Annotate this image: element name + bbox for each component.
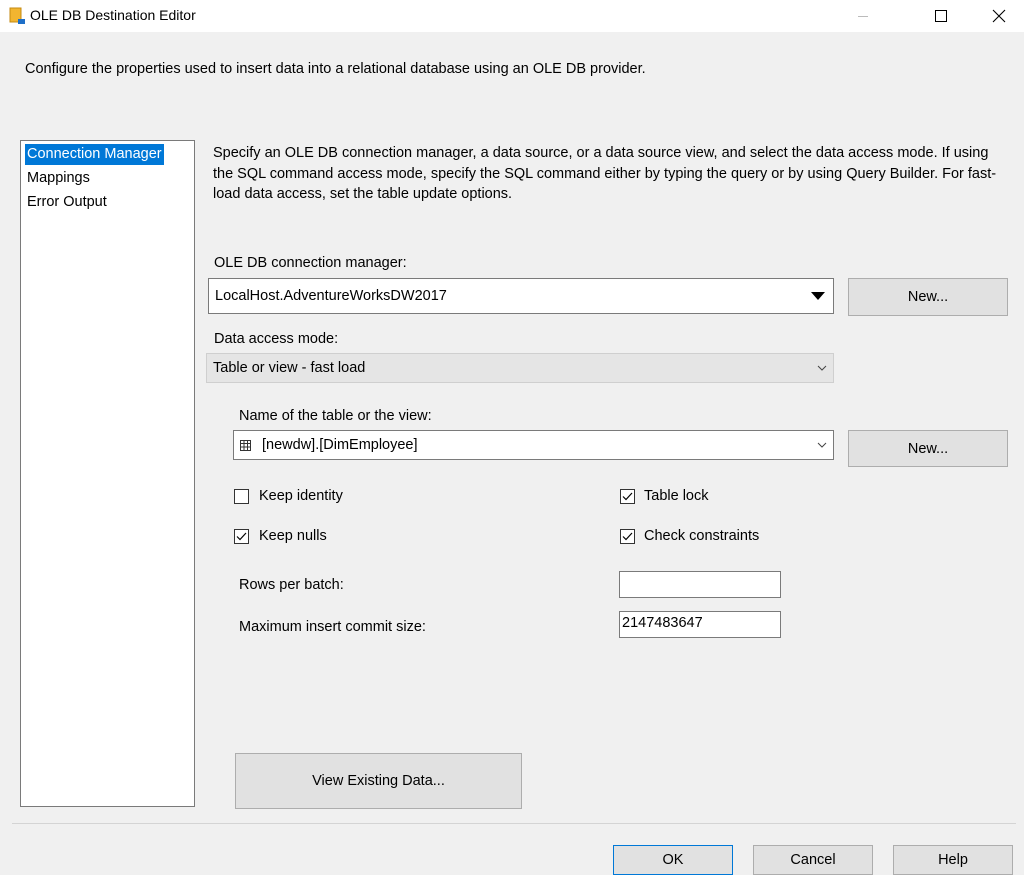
view-existing-data-button[interactable]: View Existing Data... — [235, 753, 522, 809]
nav-item-mappings[interactable]: Mappings — [25, 168, 92, 189]
keep-identity-checkbox[interactable] — [234, 489, 249, 504]
checkmark-icon — [622, 492, 633, 501]
nav-item-error-output[interactable]: Error Output — [25, 192, 109, 213]
footer-divider — [12, 823, 1016, 824]
rows-per-batch-label: Rows per batch: — [239, 577, 344, 593]
check-constraints-label: Check constraints — [644, 528, 760, 544]
table-icon — [240, 439, 251, 455]
maximize-icon — [935, 10, 947, 22]
close-icon — [992, 9, 1006, 23]
checkmark-icon — [622, 532, 633, 541]
access-mode-select[interactable]: Table or view - fast load — [206, 353, 834, 383]
cancel-button[interactable]: Cancel — [753, 845, 873, 875]
ok-button[interactable]: OK — [613, 845, 733, 875]
keep-identity-label: Keep identity — [259, 488, 343, 504]
max-commit-size-label: Maximum insert commit size: — [239, 619, 426, 635]
access-mode-value: Table or view - fast load — [213, 360, 366, 376]
new-table-button[interactable]: New... — [848, 430, 1008, 467]
page-nav-list[interactable]: Connection Manager Mappings Error Output — [20, 140, 195, 807]
maximize-button[interactable] — [918, 0, 964, 32]
ssis-destination-icon — [8, 7, 26, 25]
connection-manager-label: OLE DB connection manager: — [214, 255, 407, 271]
dialog-description: Configure the properties used to insert … — [25, 61, 646, 77]
new-connection-button[interactable]: New... — [848, 278, 1008, 316]
close-button[interactable] — [976, 0, 1022, 32]
window-title: OLE DB Destination Editor — [30, 7, 196, 23]
rows-per-batch-input[interactable] — [619, 571, 781, 598]
dropdown-arrow-icon[interactable] — [803, 279, 833, 313]
check-constraints-checkbox[interactable] — [620, 529, 635, 544]
table-lock-label: Table lock — [644, 488, 709, 504]
chevron-down-icon — [817, 354, 827, 382]
connection-manager-value: LocalHost.AdventureWorksDW2017 — [215, 288, 447, 304]
keep-nulls-checkbox[interactable] — [234, 529, 249, 544]
minimize-button[interactable] — [840, 0, 886, 32]
instructions-text: Specify an OLE DB connection manager, a … — [213, 145, 997, 202]
max-commit-size-input[interactable]: 2147483647 — [619, 611, 781, 638]
table-name-value: [newdw].[DimEmployee] — [262, 437, 418, 453]
keep-nulls-label: Keep nulls — [259, 528, 327, 544]
minimize-icon — [858, 16, 868, 17]
access-mode-label: Data access mode: — [214, 331, 339, 347]
help-button[interactable]: Help — [893, 845, 1013, 875]
table-name-combo[interactable]: [newdw].[DimEmployee] — [233, 430, 834, 460]
table-lock-checkbox[interactable] — [620, 489, 635, 504]
table-name-label: Name of the table or the view: — [239, 408, 432, 424]
nav-item-connection-manager[interactable]: Connection Manager — [25, 144, 164, 165]
checkmark-icon — [236, 532, 247, 541]
chevron-down-icon — [817, 431, 827, 459]
connection-manager-combo[interactable]: LocalHost.AdventureWorksDW2017 — [208, 278, 834, 314]
